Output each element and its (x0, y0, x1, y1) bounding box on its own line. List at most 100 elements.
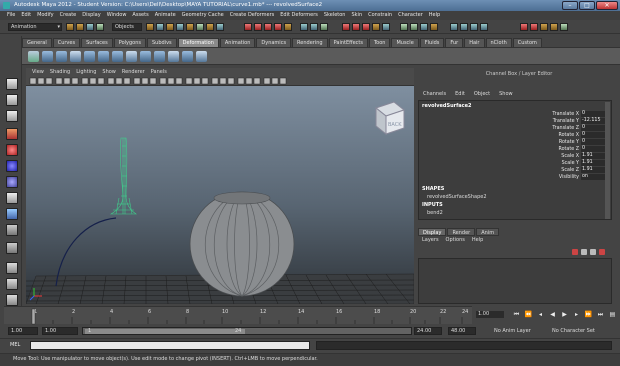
menu-character[interactable]: Character (398, 11, 423, 20)
attr-value-field[interactable]: 0 (581, 111, 608, 117)
new-scene-icon[interactable] (66, 23, 74, 31)
squash-icon[interactable] (126, 51, 137, 62)
view-cube[interactable]: BACK (374, 101, 406, 136)
sculpt-icon[interactable] (168, 51, 179, 62)
soft-modification-icon[interactable] (6, 192, 18, 204)
attr-value-field[interactable]: -12.115 (581, 118, 608, 124)
layout-four-icon[interactable] (530, 23, 538, 31)
bend-icon[interactable] (84, 51, 95, 62)
menu-geometry-cache[interactable]: Geometry Cache (182, 11, 224, 20)
layout-outliner-icon[interactable] (6, 294, 18, 306)
attr-value-field[interactable]: 0 (581, 132, 608, 138)
play-backwards-icon[interactable]: ◀ (548, 311, 557, 318)
maximize-button[interactable]: □ (579, 1, 595, 10)
shelf-tab-painteffects[interactable]: PaintEffects (328, 38, 368, 47)
menu-constrain[interactable]: Constrain (368, 11, 392, 20)
shelf-tab-hair[interactable]: Hair (464, 38, 485, 47)
select-tool-icon[interactable] (6, 78, 18, 90)
shape-node-item[interactable]: revolvedSurfaceShape2 (427, 194, 487, 200)
absolute-transform-icon[interactable] (400, 23, 408, 31)
animation-end-field[interactable]: 48.00 (448, 327, 476, 335)
mask-surfaces-icon[interactable] (176, 23, 184, 31)
step-forward-icon[interactable]: ⏩ (584, 311, 593, 318)
step-back-key-icon[interactable]: ◂ (536, 311, 545, 318)
character-set-dropdown[interactable]: No Character Set (552, 328, 595, 334)
open-scene-icon[interactable] (76, 23, 84, 31)
mask-joints-icon[interactable] (156, 23, 164, 31)
mask-misc-icon[interactable] (216, 23, 224, 31)
wrinkle-icon[interactable] (196, 51, 207, 62)
sine-icon[interactable] (112, 51, 123, 62)
shelf-tab-fluids[interactable]: Fluids (419, 38, 445, 47)
attr-value-field[interactable]: 1.91 (581, 167, 608, 173)
shelf-tab-polygons[interactable]: Polygons (113, 38, 146, 47)
flare-icon[interactable] (98, 51, 109, 62)
range-bar[interactable]: 1 24 (82, 327, 412, 335)
command-input[interactable] (30, 341, 310, 350)
channel-menu-show[interactable]: Show (499, 90, 513, 98)
menu-display[interactable]: Display (82, 11, 100, 20)
menu-assets[interactable]: Assets (132, 11, 148, 20)
move-tool-icon[interactable] (6, 128, 18, 140)
layout-persp-outliner-icon[interactable] (540, 23, 548, 31)
menu-modify[interactable]: Modify (37, 11, 54, 20)
channel-menu-edit[interactable]: Edit (455, 90, 465, 98)
shelf-tab-custom[interactable]: Custom (512, 38, 542, 47)
ipr-render-icon[interactable] (362, 23, 370, 31)
new-layer-from-selection-icon[interactable] (599, 249, 605, 255)
shelf-tab-dynamics[interactable]: Dynamics (256, 38, 292, 47)
snap-curve-icon[interactable] (254, 23, 262, 31)
blend-shape-icon[interactable] (28, 51, 39, 62)
layout-four-pane-icon[interactable] (6, 278, 18, 290)
playback-end-field[interactable]: 24.00 (414, 327, 442, 335)
minimize-button[interactable]: – (562, 1, 578, 10)
show-manipulator-icon[interactable] (6, 208, 18, 220)
shelf-tab-curves[interactable]: Curves (52, 38, 81, 47)
shelf-tab-general[interactable]: General (22, 38, 52, 47)
close-button[interactable]: ✕ (596, 1, 618, 10)
layout-single-pane-icon[interactable] (6, 262, 18, 274)
lasso-tool-icon[interactable] (6, 94, 18, 106)
mask-deformations-icon[interactable] (186, 23, 194, 31)
step-back-icon[interactable]: ⏪ (524, 311, 533, 318)
viewport-menu-lighting[interactable]: Lighting (76, 68, 96, 76)
menu-help[interactable]: Help (429, 11, 440, 20)
channel-menu-channels[interactable]: Channels (423, 90, 446, 98)
hierarchy-mode-icon[interactable] (96, 23, 104, 31)
rotate-tool-icon[interactable] (6, 144, 18, 156)
render-frame-icon[interactable] (352, 23, 360, 31)
attr-value-field[interactable]: on (581, 174, 608, 180)
go-to-end-icon[interactable]: ⏭ (596, 311, 605, 318)
input-ops-icon[interactable] (300, 23, 308, 31)
shelf-tab-surfaces[interactable]: Surfaces (81, 38, 113, 47)
menu-file[interactable]: File (7, 11, 15, 20)
snap-grid-icon[interactable] (244, 23, 252, 31)
shelf-tab-ncloth[interactable]: nCloth (485, 38, 512, 47)
channel-box-scrollbar[interactable] (605, 102, 610, 219)
attr-value-field[interactable]: 1.91 (581, 160, 608, 166)
attr-value-field[interactable]: 1.91 (581, 153, 608, 159)
layer-tab-display[interactable]: Display (418, 228, 447, 236)
relative-transform-icon[interactable] (410, 23, 418, 31)
paint-select-tool-icon[interactable] (6, 110, 18, 122)
construction-history-icon[interactable] (320, 23, 328, 31)
twist-icon[interactable] (140, 51, 151, 62)
layer-tab-anim[interactable]: Anim (476, 228, 500, 236)
viewport-menu-shading[interactable]: Shading (50, 68, 70, 76)
universal-manipulator-icon[interactable] (6, 176, 18, 188)
attr-value-field[interactable]: 0 (581, 146, 608, 152)
layout-hypershade-icon[interactable] (560, 23, 568, 31)
layer-delete-icon[interactable] (572, 249, 578, 255)
render-view-icon[interactable] (342, 23, 350, 31)
layer-move-up-icon[interactable] (581, 249, 587, 255)
layer-menu-layers[interactable]: Layers (422, 236, 439, 245)
mask-dynamics-icon[interactable] (196, 23, 204, 31)
modeling-toolkit-icon[interactable] (450, 23, 458, 31)
pumpkin-surface[interactable] (189, 191, 295, 297)
object-name[interactable]: revolvedSurface2 (422, 103, 472, 109)
menu-set-dropdown[interactable]: Animation ▾ (8, 23, 62, 31)
step-forward-key-icon[interactable]: ▸ (572, 311, 581, 318)
time-slider[interactable]: 1 2 4 6 8 10 12 14 16 18 20 22 24 (4, 306, 472, 325)
save-scene-icon[interactable] (86, 23, 94, 31)
snap-point-icon[interactable] (264, 23, 272, 31)
